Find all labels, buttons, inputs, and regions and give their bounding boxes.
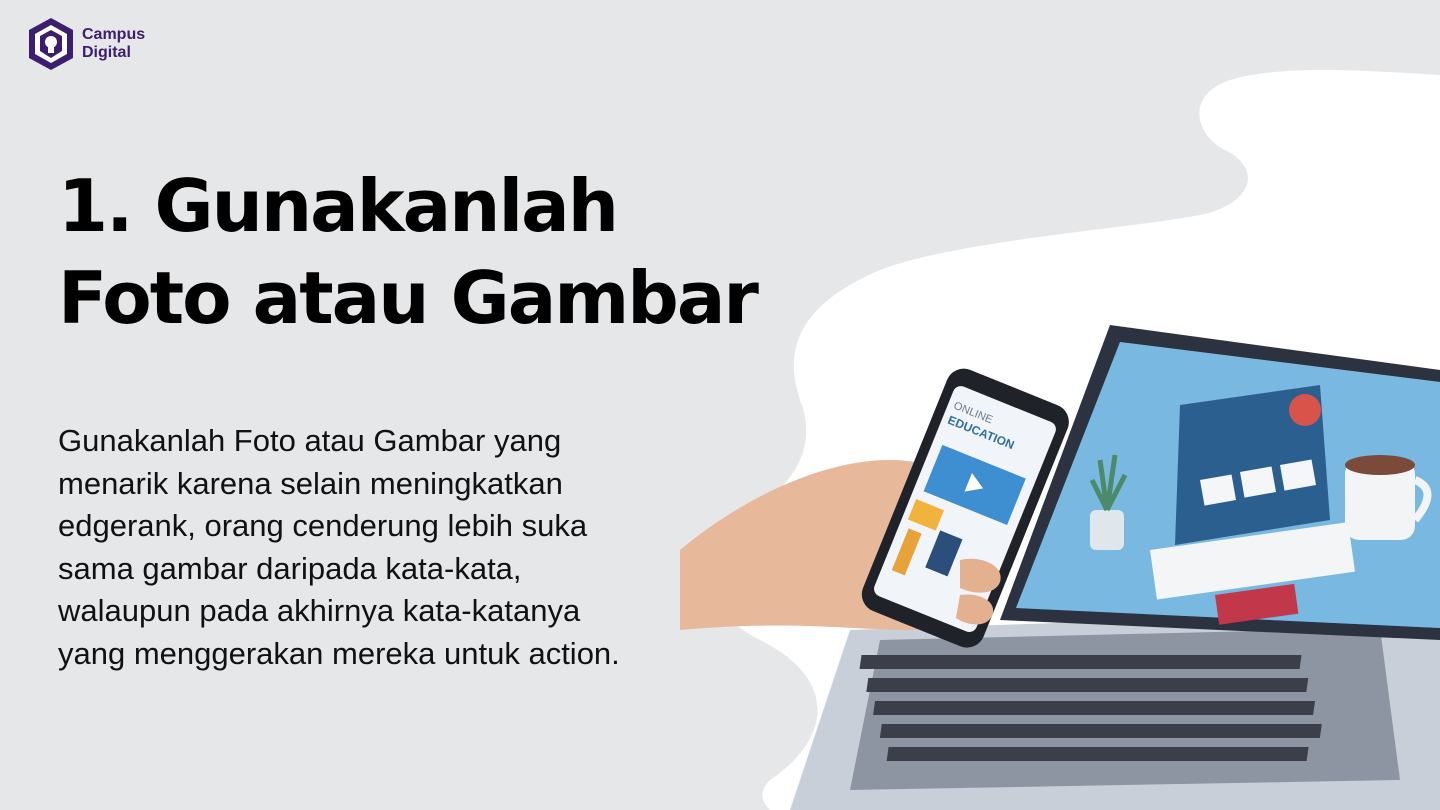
campus-digital-logo-icon xyxy=(29,18,73,70)
body-line: edgerank, orang cenderung lebih suka xyxy=(58,508,588,543)
body-line: Gunakanlah Foto atau Gambar yang xyxy=(58,423,562,458)
body-line: yang menggerakan mereka untuk action. xyxy=(58,635,620,671)
logo-line-1: Campus xyxy=(82,26,146,43)
logo-wordmark: Campus Digital xyxy=(82,26,145,62)
brand-logo[interactable]: Campus Digital xyxy=(26,16,145,72)
logo-line-2: Digital xyxy=(82,44,131,61)
slide: Campus Digital 1. Gunakanlah Foto atau G… xyxy=(0,0,1440,810)
body-paragraph: Gunakanlah Foto atau Gambar yang menarik… xyxy=(58,420,718,675)
body-line: walaupun pada akhirnya kata-katanya xyxy=(58,593,581,628)
slide-title-line-1: 1. Gunakanlah xyxy=(58,164,619,248)
online-education-illustration: ONLINE EDUCATION xyxy=(680,325,1440,810)
body-line: sama gambar daripada kata-kata, xyxy=(58,550,522,586)
body-line: menarik karena selain meningkatkan xyxy=(58,465,563,501)
